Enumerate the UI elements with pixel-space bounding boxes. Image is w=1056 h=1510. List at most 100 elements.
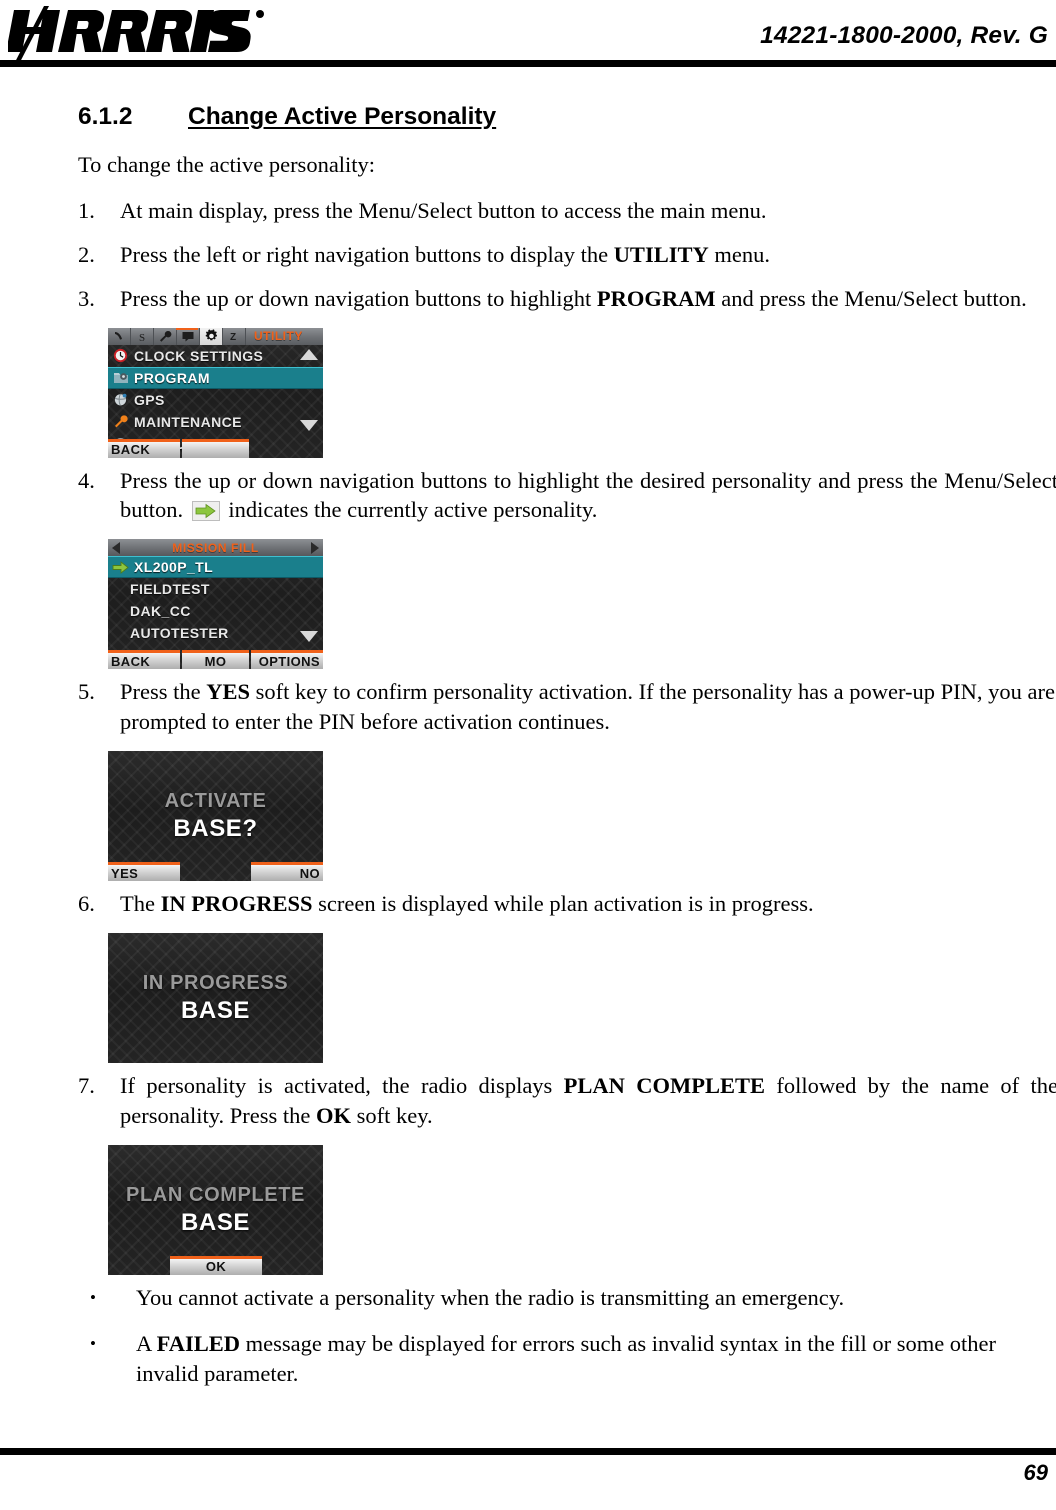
step-text-bold-2: OK xyxy=(316,1103,352,1129)
step-text: Press the left or right navigation butto… xyxy=(120,240,1056,270)
menu-item-label: PROGRAM xyxy=(134,369,210,386)
tab-wrench[interactable] xyxy=(154,327,177,345)
plan-complete-softkey-bar: OK xyxy=(108,1255,323,1275)
softkey-middle[interactable] xyxy=(182,438,249,458)
plan-complete-line1: PLAN COMPLETE xyxy=(126,1183,305,1206)
menu-item-program[interactable]: PROGRAM xyxy=(108,366,323,389)
bullet-text: You cannot activate a personality when t… xyxy=(136,1284,845,1310)
page-number: 69 xyxy=(1023,1460,1048,1485)
tab-contacts[interactable]: S xyxy=(131,327,154,345)
footer-rule xyxy=(0,1448,1056,1455)
bullet-marker: • xyxy=(90,1333,96,1353)
step-6: 6. The IN PROGRESS screen is displayed w… xyxy=(78,889,1056,919)
softkey-back[interactable]: BACK xyxy=(108,650,180,670)
step-text: If personality is activated, the radio d… xyxy=(120,1071,1056,1131)
step-text-post-2: soft key. xyxy=(351,1103,433,1129)
list-item-fieldtest[interactable]: FIELDTEST xyxy=(108,578,323,600)
radio-screen-plan-complete: PLAN COMPLETE BASE OK xyxy=(108,1144,323,1275)
next-screen-arrow-icon[interactable] xyxy=(311,541,319,554)
bullet-text: A FAILED message may be displayed for er… xyxy=(136,1329,1056,1389)
activate-line1: ACTIVATE xyxy=(164,789,267,812)
activate-softkey-bar: YES NO xyxy=(108,862,323,882)
tab-settings-gear[interactable] xyxy=(200,327,223,345)
step-text-bold: PROGRAM xyxy=(596,285,716,311)
mission-fill-list: XL200P_TL FIELDTEST DAK_CC AUTOTESTER xyxy=(108,556,323,644)
list-item-autotester[interactable]: AUTOTESTER xyxy=(108,622,323,644)
step-text-post: indicates the currently active personali… xyxy=(222,497,598,523)
tab-phone[interactable] xyxy=(108,327,131,345)
softkey-ok[interactable]: OK xyxy=(170,1255,262,1275)
mission-fill-softkey-bar: BACK MO OPTIONS xyxy=(108,650,323,670)
radio-screen-in-progress: IN PROGRESS BASE xyxy=(108,933,323,1064)
step-text-post: screen is displayed while plan activatio… xyxy=(312,891,814,917)
step-number: 2. xyxy=(78,241,95,267)
step-number: 1. xyxy=(78,197,95,223)
plan-complete-line2: BASE xyxy=(180,1208,251,1236)
list-item-label: XL200P_TL xyxy=(134,559,214,576)
scroll-up-arrow[interactable] xyxy=(300,348,318,360)
bullet-marker: • xyxy=(90,1287,96,1307)
scroll-down-arrow[interactable] xyxy=(300,419,318,431)
step-number: 5. xyxy=(78,679,95,705)
step-number: 4. xyxy=(78,467,95,493)
utility-tab-bar[interactable]: S Z UTILITY xyxy=(108,327,323,345)
in-progress-line1: IN PROGRESS xyxy=(142,971,289,994)
page-content: 6.1.2 Change Active Personality To chang… xyxy=(78,103,1056,1405)
bullet-item-failed: • A FAILED message may be displayed for … xyxy=(78,1329,1056,1389)
radio-screen-mission-fill: MISSION FILL XL200P_TL FIELDTEST DAK_CC … xyxy=(108,539,323,670)
activate-line2: BASE? xyxy=(173,814,258,842)
program-folder-icon xyxy=(112,369,129,386)
section-number: 6.1.2 xyxy=(78,103,133,130)
svg-text:Z: Z xyxy=(230,332,236,343)
globe-icon xyxy=(112,391,129,408)
section-title: Change Active Personality xyxy=(188,103,497,130)
prev-screen-arrow-icon[interactable] xyxy=(112,541,120,554)
menu-item-label: MAINTENANCE xyxy=(134,413,242,430)
harris-logo xyxy=(8,4,288,66)
step-number: 3. xyxy=(78,285,95,311)
step-2: 2. Press the left or right navigation bu… xyxy=(78,240,1056,270)
step-text: At main display, press the Menu/Select b… xyxy=(120,197,767,223)
tab-message[interactable] xyxy=(177,327,200,345)
intro-paragraph: To change the active personality: xyxy=(78,151,376,177)
list-item-label: FIELDTEST xyxy=(130,581,210,598)
bullet-item-emergency: • You cannot activate a personality when… xyxy=(78,1283,1056,1313)
scroll-down-arrow[interactable] xyxy=(300,631,318,643)
menu-item-label: CLOCK SETTINGS xyxy=(134,347,264,364)
svg-text:S: S xyxy=(139,332,145,343)
mission-fill-title: MISSION FILL xyxy=(172,540,259,555)
step-1: 1. At main display, press the Menu/Selec… xyxy=(78,196,1056,226)
tab-sleep-z[interactable]: Z xyxy=(223,327,246,345)
softkey-back[interactable]: BACK xyxy=(108,438,180,458)
step-5: 5. Press the YES soft key to confirm per… xyxy=(78,677,1056,737)
step-number: 7. xyxy=(78,1073,95,1099)
in-progress-message: IN PROGRESS BASE xyxy=(108,933,323,1063)
step-text-pre: Press the up or down navigation buttons … xyxy=(120,285,597,311)
softkey-options[interactable]: OPTIONS xyxy=(251,650,323,670)
step-text: Press the YES soft key to confirm person… xyxy=(120,677,1056,737)
tab-active-accent xyxy=(176,327,198,330)
step-4: 4. Press the up or down navigation butto… xyxy=(78,466,1056,526)
softkey-no[interactable]: NO xyxy=(251,862,323,882)
step-text: Press the up or down navigation buttons … xyxy=(120,466,1056,526)
page-footer: 69 xyxy=(0,1448,1056,1510)
active-personality-arrow-icon xyxy=(191,499,220,522)
in-progress-line2: BASE xyxy=(180,996,251,1024)
softkey-mo[interactable]: MO xyxy=(182,650,249,670)
menu-item-maintenance[interactable]: MAINTENANCE xyxy=(108,411,323,433)
clock-icon xyxy=(112,347,129,364)
list-item-label: AUTOTESTER xyxy=(130,625,229,642)
menu-item-clock-settings[interactable]: CLOCK SETTINGS xyxy=(108,345,323,367)
step-text: The IN PROGRESS screen is displayed whil… xyxy=(120,889,1056,919)
menu-item-gps[interactable]: GPS xyxy=(108,389,323,411)
bullet-text-bold: FAILED xyxy=(156,1330,240,1356)
softkey-yes[interactable]: YES xyxy=(108,862,180,882)
step-text-pre: Press the left or right navigation butto… xyxy=(120,241,614,267)
step-text-pre: The xyxy=(120,891,161,917)
step-text-pre: If personality is activated, the radio d… xyxy=(120,1073,564,1099)
list-item-xl200p-tl[interactable]: XL200P_TL xyxy=(108,556,323,579)
list-item-dak-cc[interactable]: DAK_CC xyxy=(108,600,323,622)
step-3: 3. Press the up or down navigation butto… xyxy=(78,284,1056,314)
step-text: Press the up or down navigation buttons … xyxy=(120,284,1056,314)
bullet-text-post: message may be displayed for errors such… xyxy=(136,1330,997,1386)
